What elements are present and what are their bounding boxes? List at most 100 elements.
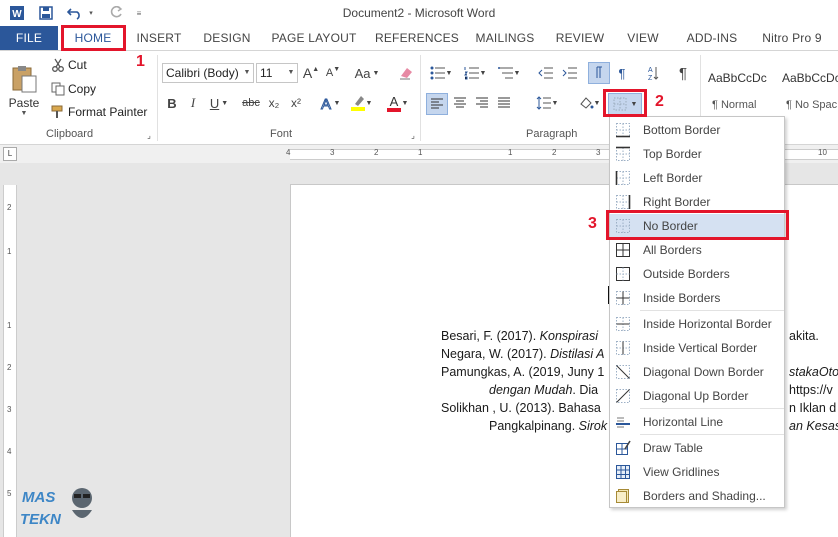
text-effects-icon[interactable]: A ▼ xyxy=(316,93,342,113)
doc-line[interactable]: Besari, F. (2017). Konspirasi xyxy=(441,329,598,343)
inside-horizontal-border-icon xyxy=(615,316,631,332)
align-left-icon[interactable] xyxy=(426,93,448,115)
strikethrough-button[interactable]: abc xyxy=(240,93,262,113)
tab-references[interactable]: REFERENCES xyxy=(374,26,460,50)
menu-item-left-border[interactable]: Left Border xyxy=(610,166,784,190)
svg-text:TEKN: TEKN xyxy=(20,511,62,528)
highlight-color-icon[interactable]: ▼ xyxy=(346,93,376,113)
font-size-combo[interactable]: 11 ▼ xyxy=(256,63,298,83)
style-no-spacing[interactable]: AaBbCcDc ¶ No Spac... xyxy=(782,61,838,119)
menu-item-all-borders[interactable]: All Borders xyxy=(610,238,784,262)
menu-item-borders-and-shading[interactable]: Borders and Shading... xyxy=(610,484,784,508)
doc-line[interactable]: Negara, W. (2017). Distilasi A xyxy=(441,347,605,361)
font-color-icon[interactable]: A ▼ xyxy=(382,93,412,113)
doc-line[interactable]: Pangkalpinang. Sirok xyxy=(489,419,607,433)
copy-icon[interactable] xyxy=(50,81,66,97)
menu-item-inside-borders[interactable]: Inside Borders xyxy=(610,286,784,310)
copy-button[interactable]: Copy xyxy=(68,82,96,96)
tab-add-ins[interactable]: ADD-INS xyxy=(678,26,746,50)
doc-line[interactable]: Solikhan , U. (2013). Bahasa xyxy=(441,401,601,415)
ruler-mark: 3 xyxy=(7,405,12,414)
highlight-box-borders xyxy=(603,89,647,117)
doc-line[interactable]: dengan Mudah. Dia xyxy=(489,383,598,397)
shading-icon[interactable]: ▼ xyxy=(576,93,602,113)
bullets-icon[interactable]: ▼ xyxy=(426,63,456,83)
ruler-mark: 3 xyxy=(330,148,335,157)
menu-item-diagonal-down-border[interactable]: Diagonal Down Border xyxy=(610,360,784,384)
align-right-icon[interactable] xyxy=(472,93,492,113)
clipboard-launcher-icon[interactable]: ⌟ xyxy=(144,130,154,140)
ltr-icon[interactable] xyxy=(588,62,610,84)
cut-icon[interactable] xyxy=(50,57,66,73)
ruler-mark: 1 xyxy=(508,148,513,157)
menu-item-bottom-border[interactable]: Bottom Border xyxy=(610,118,784,142)
cut-button[interactable]: Cut xyxy=(68,58,87,72)
menu-item-label: Outside Borders xyxy=(643,267,730,281)
paragraph-group-label: Paragraph xyxy=(526,128,578,140)
doc-line[interactable]: Pamungkas, A. (2019, Juny 1 xyxy=(441,365,604,379)
rtl-icon[interactable]: ¶ xyxy=(612,63,632,83)
subscript-button[interactable]: x₂ xyxy=(264,93,284,113)
sort-icon[interactable]: AZ xyxy=(642,63,662,83)
tab-page-layout[interactable]: PAGE LAYOUT xyxy=(268,26,360,50)
menu-item-view-gridlines[interactable]: View Gridlines xyxy=(610,460,784,484)
paste-button[interactable]: Paste ▼ xyxy=(6,57,42,123)
divider xyxy=(157,55,158,141)
format-painter-icon[interactable] xyxy=(50,104,66,120)
multilevel-list-icon[interactable]: ▼ xyxy=(494,63,524,83)
menu-item-inside-horizontal-border[interactable]: Inside Horizontal Border xyxy=(610,312,784,336)
grow-font-button[interactable]: A ▲ xyxy=(302,63,320,83)
tab-nitro[interactable]: Nitro Pro 9 xyxy=(756,26,828,50)
chevron-down-icon: ▼ xyxy=(287,69,295,76)
ruler-mark: 5 xyxy=(7,489,12,498)
menu-item-inside-vertical-border[interactable]: Inside Vertical Border xyxy=(610,336,784,360)
menu-item-label: Borders and Shading... xyxy=(643,489,766,503)
tab-view[interactable]: VIEW xyxy=(618,26,668,50)
highlight-box-no-border xyxy=(606,210,789,240)
superscript-button[interactable]: x² xyxy=(286,93,306,113)
style-name: ¶ No Spac... xyxy=(786,99,838,111)
style-normal[interactable]: AaBbCcDc ¶ Normal xyxy=(708,61,782,119)
increase-indent-icon[interactable] xyxy=(560,63,580,83)
watermark-logo: MAS TEKN xyxy=(20,480,100,530)
divider xyxy=(420,55,421,141)
font-launcher-icon[interactable]: ⌟ xyxy=(408,130,418,140)
align-center-icon[interactable] xyxy=(450,93,470,113)
menu-item-label: Diagonal Down Border xyxy=(643,365,764,379)
show-formatting-icon[interactable]: ¶ xyxy=(674,63,692,83)
menu-item-outside-borders[interactable]: Outside Borders xyxy=(610,262,784,286)
numbering-icon[interactable]: ▼ xyxy=(460,63,490,83)
right-border-icon xyxy=(615,194,631,210)
left-border-icon xyxy=(615,170,631,186)
tab-mailings[interactable]: MAILINGS xyxy=(470,26,540,50)
change-case-button[interactable]: Aa ▼ xyxy=(352,63,382,83)
borders-shading-icon xyxy=(615,488,631,504)
tab-insert[interactable]: INSERT xyxy=(132,26,186,50)
tab-selector-icon[interactable]: L xyxy=(3,147,17,161)
ruler-mark: 4 xyxy=(7,447,12,456)
clear-formatting-icon[interactable] xyxy=(396,63,416,83)
underline-button[interactable]: U ▼ xyxy=(206,93,232,113)
menu-item-diagonal-up-border[interactable]: Diagonal Up Border xyxy=(610,384,784,408)
italic-button[interactable]: I xyxy=(185,93,201,113)
line-spacing-icon[interactable]: ▼ xyxy=(532,93,562,113)
menu-item-horizontal-line[interactable]: Horizontal Line xyxy=(610,410,784,434)
ruler-mark: 1 xyxy=(7,321,12,330)
diagonal-down-border-icon xyxy=(615,364,631,380)
format-painter-button[interactable]: Format Painter xyxy=(68,105,147,119)
menu-item-draw-table[interactable]: Draw Table xyxy=(610,436,784,460)
tab-file[interactable]: FILE xyxy=(0,26,58,50)
bold-button[interactable]: B xyxy=(164,93,180,113)
draw-table-icon xyxy=(615,440,631,456)
tab-design[interactable]: DESIGN xyxy=(198,26,256,50)
decrease-indent-icon[interactable] xyxy=(536,63,556,83)
font-name-combo[interactable]: Calibri (Body) ▼ xyxy=(162,63,254,83)
chevron-down-icon: ▼ xyxy=(243,69,251,76)
menu-item-top-border[interactable]: Top Border xyxy=(610,142,784,166)
tab-review[interactable]: REVIEW xyxy=(552,26,608,50)
font-size-value: 11 xyxy=(260,66,273,80)
justify-icon[interactable] xyxy=(494,93,514,113)
style-sample: AaBbCcDc xyxy=(708,71,767,85)
ruler-mark: 2 xyxy=(374,148,379,157)
shrink-font-button[interactable]: A ▼ xyxy=(324,63,342,83)
